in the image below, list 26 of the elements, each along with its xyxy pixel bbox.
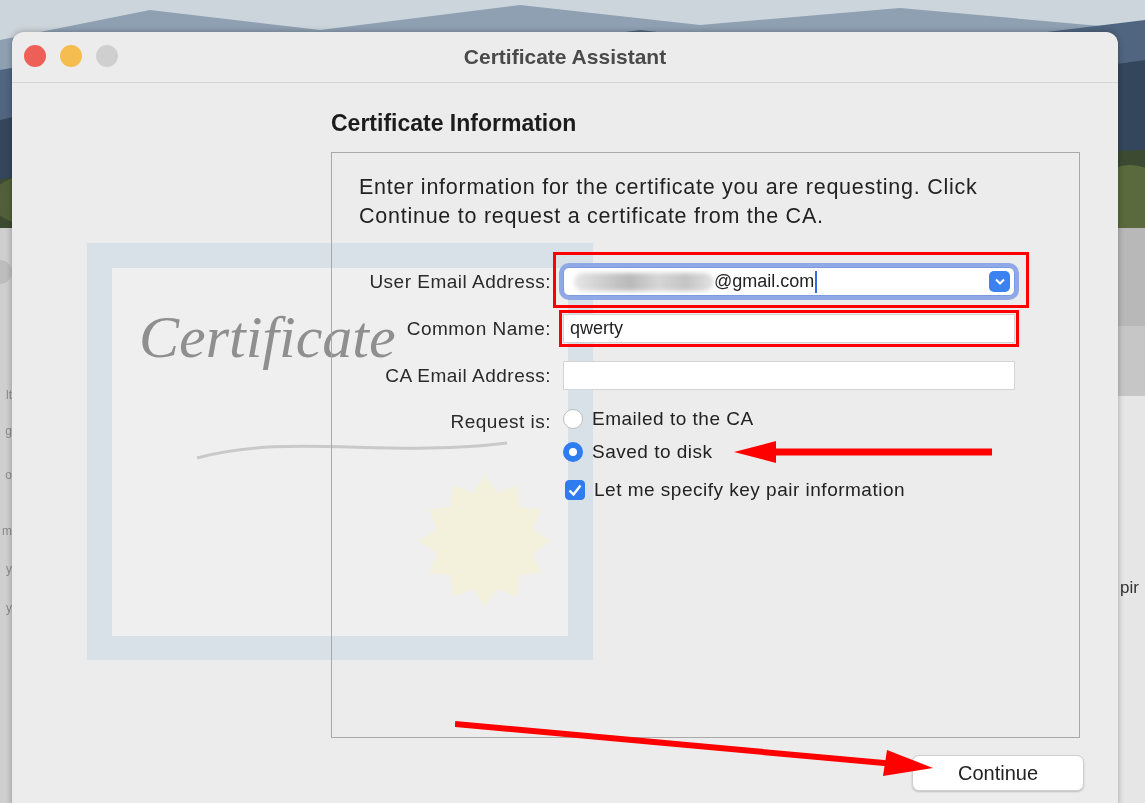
window-text: lt — [6, 388, 12, 402]
section-heading: Certificate Information — [331, 109, 578, 138]
window-text: y — [6, 601, 12, 615]
window-text: pir — [1120, 578, 1140, 598]
minimize-button[interactable] — [60, 45, 82, 67]
field-label: CA Email Address: — [385, 364, 551, 387]
field-label: User Email Address: — [368, 270, 551, 293]
field-label: Request is: — [449, 411, 551, 433]
radio-label[interactable]: Emailed to the CA — [592, 408, 754, 430]
window-text: y — [6, 562, 12, 576]
chevron-down-icon[interactable] — [989, 271, 1010, 292]
window-title: Certificate Assistant — [463, 45, 667, 69]
field-label: Common Name: — [405, 317, 551, 340]
checkbox[interactable] — [565, 480, 585, 500]
close-button[interactable] — [24, 45, 46, 67]
text-cursor — [815, 270, 818, 293]
window-text: g — [5, 424, 12, 438]
instruction-text: Enter information for the certificate you are requesting. Click Continue to request a certificate from the CA. — [359, 174, 979, 230]
window-text: m — [2, 524, 12, 538]
text-field[interactable]: qwerty — [563, 314, 1015, 343]
field-value: @gmail.com — [714, 271, 815, 292]
window-text: o — [5, 468, 12, 482]
continue-button[interactable]: Continue — [912, 755, 1084, 791]
checkbox-label[interactable]: Let me specify key pair information — [594, 479, 906, 501]
text-field[interactable] — [563, 361, 1015, 390]
radio-label[interactable]: Saved to disk — [592, 441, 713, 463]
